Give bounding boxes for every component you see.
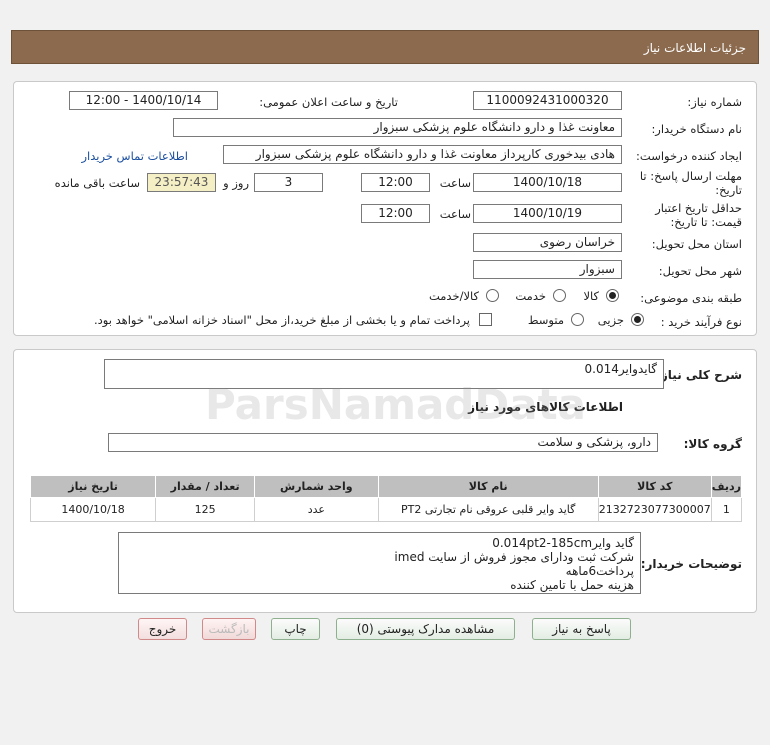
category-option-goods: کالا — [583, 289, 599, 303]
category-radio-goods[interactable] — [606, 289, 619, 302]
deadline-label-2: تاریخ: — [715, 183, 742, 197]
announce-field: 1400/10/14 - 12:00 — [69, 91, 218, 110]
summary-field: گایدوایر0.014 — [104, 359, 664, 389]
cell-row: 1 — [710, 497, 743, 522]
note-line: پرداخت6ماهه — [565, 564, 634, 578]
deadline-label-1: مهلت ارسال پاسخ: تا — [639, 169, 742, 183]
process-radio-minor[interactable] — [631, 313, 644, 326]
process-option-medium: متوسط — [527, 313, 564, 327]
col-name: نام کالا — [377, 475, 599, 498]
table-row: 1 2132723077300007 گاید وایر قلبی عروقی … — [29, 497, 743, 522]
category-radio-goods-service[interactable] — [486, 289, 499, 302]
creator-field: هادی بیدخوری کارپرداز معاونت غذا و دارو … — [223, 145, 622, 164]
cell-quantity: 125 — [155, 497, 256, 522]
buyer-org-label: نام دستگاه خریدار: — [651, 122, 742, 136]
city-field: سبزوار — [473, 260, 622, 279]
buyer-notes: گاید وایر0.014pt2-185cm شرکت ثبت ودارای … — [118, 532, 641, 594]
back-button[interactable]: بازگشت — [202, 618, 256, 640]
col-unit: واحد شمارش — [254, 475, 379, 498]
announce-label: تاریخ و ساعت اعلان عمومی: — [259, 95, 398, 109]
cell-code: 2132723077300007 — [597, 497, 712, 522]
deadline-time-label: ساعت — [439, 176, 471, 190]
creator-label: ایجاد کننده درخواست: — [636, 149, 742, 163]
summary-value: گایدوایر0.014 — [584, 362, 657, 376]
category-option-service: خدمت — [515, 289, 546, 303]
process-radio-medium[interactable] — [571, 313, 584, 326]
print-button[interactable]: چاپ — [271, 618, 320, 640]
validity-label-2: قیمت: تا تاریخ: — [670, 215, 742, 229]
category-radio-service[interactable] — [553, 289, 566, 302]
province-field: خراسان رضوی — [473, 233, 622, 252]
cell-unit: عدد — [254, 497, 379, 522]
validity-label-1: حداقل تاریخ اعتبار — [655, 201, 742, 215]
goods-group-field: دارو، پزشکی و سلامت — [108, 433, 658, 452]
reply-button[interactable]: پاسخ به نیاز — [532, 618, 631, 640]
process-label: نوع فرآیند خرید : — [660, 315, 742, 329]
exit-button[interactable]: خروج — [138, 618, 187, 640]
contact-buyer-link[interactable]: اطلاعات تماس خریدار — [81, 149, 188, 163]
treasury-payment-checkbox[interactable] — [479, 313, 492, 326]
note-line: هزینه حمل با تامین کننده — [510, 578, 634, 592]
process-option-minor: جزیی — [597, 313, 624, 327]
col-quantity: تعداد / مقدار — [155, 475, 256, 498]
deadline-date-field: 1400/10/18 — [473, 173, 622, 192]
days-field: 3 — [254, 173, 323, 192]
validity-time-label: ساعت — [439, 207, 471, 221]
validity-date-field: 1400/10/19 — [473, 204, 622, 223]
need-number-field: 1100092431000320 — [473, 91, 622, 110]
goods-info-title: اطلاعات کالاهای مورد نیاز — [468, 400, 623, 414]
province-label: استان محل تحویل: — [651, 237, 742, 251]
cell-date: 1400/10/18 — [29, 497, 157, 522]
note-line: گاید وایر0.014pt2-185cm — [492, 536, 634, 550]
deadline-time-field: 12:00 — [361, 173, 430, 192]
remaining-label: ساعت باقی مانده — [54, 176, 140, 190]
category-label: طبقه بندی موضوعی: — [640, 291, 742, 305]
cell-name: گاید وایر قلبی عروقی نام تجارتی PT2 — [377, 497, 599, 522]
notes-label: توضیحات خریدار: — [640, 557, 742, 571]
col-code: کد کالا — [597, 475, 712, 498]
goods-table: ردیف کد کالا نام کالا واحد شمارش تعداد /… — [29, 475, 743, 522]
summary-label: شرح کلی نیاز: — [656, 368, 742, 382]
category-option-goods-service: کالا/خدمت — [428, 289, 479, 303]
page-header: جزئیات اطلاعات نیاز — [11, 30, 759, 64]
col-date: تاریخ نیاز — [29, 475, 157, 498]
page-title: جزئیات اطلاعات نیاز — [643, 41, 746, 55]
remaining-time-field: 23:57:43 — [147, 173, 216, 192]
days-label: روز و — [223, 176, 249, 190]
goods-group-label: گروه کالا: — [683, 437, 742, 451]
attachments-button[interactable]: مشاهده مدارک پیوستی (0) — [336, 618, 515, 640]
validity-time-field: 12:00 — [361, 204, 430, 223]
col-row: ردیف — [710, 475, 743, 498]
note-line: شرکت ثبت ودارای مجوز فروش از سایت imed — [394, 550, 634, 564]
city-label: شهر محل تحویل: — [658, 264, 742, 278]
treasury-payment-note: پرداخت تمام و یا بخشی از مبلغ خرید،از مح… — [94, 313, 470, 327]
buyer-org-field: معاونت غذا و دارو دانشگاه علوم پزشکی سبز… — [173, 118, 622, 137]
need-number-label: شماره نیاز: — [687, 95, 742, 109]
